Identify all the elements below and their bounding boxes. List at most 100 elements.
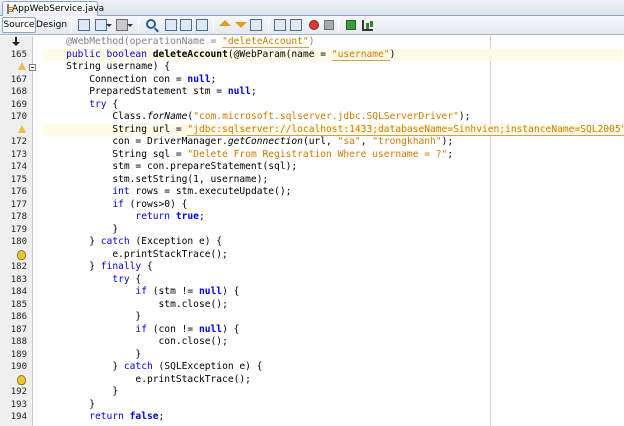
line-number: 178 bbox=[10, 212, 27, 222]
warning-hint-icon[interactable] bbox=[18, 62, 27, 71]
code-token: deleteAccount bbox=[152, 48, 228, 60]
code-line[interactable]: @WebMethod(operationName = "deleteAccoun… bbox=[43, 36, 314, 49]
code-line[interactable]: con.close(); bbox=[43, 336, 228, 349]
comment-icon[interactable] bbox=[346, 20, 356, 30]
code-token: rows = stm.executeUpdate(); bbox=[135, 186, 292, 197]
fold-collapse-icon[interactable] bbox=[29, 64, 36, 71]
code-line[interactable]: String sql = "Delete From Registration W… bbox=[43, 149, 453, 162]
code-line[interactable]: return true; bbox=[43, 211, 204, 224]
code-line[interactable]: Connection con = null; bbox=[43, 74, 216, 87]
line-number: 177 bbox=[10, 199, 27, 210]
toggle-bookmark-icon[interactable] bbox=[250, 19, 262, 31]
code-token: return bbox=[89, 411, 130, 422]
code-token: String username) { bbox=[66, 61, 171, 72]
code-token: ; bbox=[158, 411, 165, 422]
find-icon[interactable] bbox=[146, 19, 156, 29]
code-token: (con != bbox=[152, 323, 199, 335]
code-line[interactable]: if (rows>0) { bbox=[43, 199, 187, 212]
shift-right-icon[interactable] bbox=[290, 19, 302, 31]
editor-toolbar: Source Design bbox=[0, 16, 624, 35]
code-token: finally bbox=[100, 261, 147, 272]
code-line[interactable]: } finally { bbox=[43, 261, 153, 274]
code-token: "username" bbox=[331, 48, 390, 61]
code-token: "sa" bbox=[337, 136, 361, 147]
code-editor[interactable]: @WebMethod(operationName = "deleteAccoun… bbox=[0, 36, 624, 426]
code-line[interactable]: try { bbox=[43, 274, 141, 287]
code-line[interactable]: } catch (SQLException e) { bbox=[43, 361, 263, 374]
start-macro-icon[interactable] bbox=[309, 20, 319, 30]
code-line[interactable]: int rows = stm.executeUpdate(); bbox=[43, 186, 291, 199]
code-line[interactable]: if (con != null) { bbox=[43, 324, 239, 337]
code-line[interactable]: stm.setString(1, username); bbox=[43, 174, 268, 187]
code-line[interactable]: return false; bbox=[43, 411, 164, 424]
code-token: forName bbox=[146, 111, 188, 122]
code-token: { bbox=[112, 98, 119, 110]
code-line[interactable]: e.printStackTrace(); bbox=[43, 374, 251, 387]
code-line[interactable]: stm = con.prepareStatement(sql); bbox=[43, 161, 297, 174]
code-token: } bbox=[112, 223, 119, 235]
lightbulb-hint-icon[interactable] bbox=[17, 374, 26, 385]
code-token: "com.microsoft.sqlserver.jdbc.SQLServerD… bbox=[193, 111, 459, 122]
code-line[interactable]: } bbox=[43, 311, 141, 324]
file-tab-appwebservice[interactable]: AppWebService.java bbox=[2, 1, 104, 16]
code-token: String url = bbox=[112, 123, 188, 135]
code-line[interactable]: } bbox=[43, 399, 95, 412]
code-line[interactable]: String username) { bbox=[43, 61, 170, 74]
toolbar-separator bbox=[71, 19, 72, 32]
code-line[interactable]: con = DriverManager.getConnection(url, "… bbox=[43, 136, 453, 149]
code-token: "jdbc:sqlserver://localhost:1433;databas… bbox=[187, 123, 624, 136]
code-token: (stm != bbox=[152, 286, 199, 297]
code-token: } bbox=[135, 348, 142, 360]
code-token: ; bbox=[447, 148, 454, 160]
forward-history-icon[interactable] bbox=[95, 19, 112, 31]
stop-macro-icon[interactable] bbox=[324, 20, 334, 30]
code-line[interactable]: PreparedStatement stm = null; bbox=[43, 86, 257, 99]
code-token: true bbox=[175, 211, 199, 222]
code-line[interactable]: String url = "jdbc:sqlserver://localhost… bbox=[43, 123, 624, 136]
previous-bookmark-icon[interactable] bbox=[219, 14, 231, 26]
code-line[interactable]: e.printStackTrace(); bbox=[43, 249, 228, 262]
toolbar-separator bbox=[213, 19, 214, 32]
uncomment-icon[interactable] bbox=[362, 20, 373, 31]
code-token: ; bbox=[250, 86, 257, 97]
code-line[interactable]: } bbox=[43, 349, 141, 362]
code-line[interactable]: } bbox=[43, 224, 118, 237]
last-edit-icon[interactable] bbox=[116, 19, 133, 31]
code-token: } bbox=[89, 398, 95, 410]
code-token: PreparedStatement stm = bbox=[89, 86, 228, 97]
code-token: ) { bbox=[222, 323, 240, 335]
code-token: if bbox=[112, 198, 130, 210]
code-token: (SQLException e) { bbox=[158, 361, 263, 372]
code-line[interactable]: Class.forName("com.microsoft.sqlserver.j… bbox=[43, 111, 470, 124]
find-previous-icon[interactable] bbox=[165, 19, 177, 31]
line-number: 170 bbox=[10, 112, 27, 122]
tab-design[interactable]: Design bbox=[36, 17, 67, 33]
find-selection-icon[interactable] bbox=[196, 19, 208, 31]
code-token: } bbox=[135, 311, 142, 322]
code-token: , bbox=[360, 136, 373, 147]
lightbulb-hint-icon[interactable] bbox=[17, 249, 26, 260]
code-token: null bbox=[198, 286, 223, 297]
next-bookmark-icon[interactable] bbox=[235, 22, 247, 34]
tab-source[interactable]: Source bbox=[2, 17, 36, 33]
code-line[interactable]: try { bbox=[43, 99, 118, 112]
code-line[interactable]: } bbox=[43, 386, 118, 399]
line-number: 176 bbox=[10, 187, 27, 197]
code-token: stm.close(); bbox=[158, 298, 228, 310]
code-line[interactable]: stm.close(); bbox=[43, 299, 228, 312]
code-token: "Delete From Registration Where username… bbox=[187, 148, 448, 160]
line-number: 188 bbox=[10, 337, 27, 347]
code-line[interactable]: } catch (Exception e) { bbox=[43, 236, 222, 249]
back-history-icon[interactable] bbox=[78, 19, 90, 31]
line-number: 174 bbox=[10, 162, 27, 172]
find-next-icon[interactable] bbox=[180, 19, 192, 31]
code-line[interactable]: public boolean deleteAccount(@WebParam(n… bbox=[43, 48, 623, 61]
line-number: 175 bbox=[10, 174, 27, 185]
override-arrow-icon[interactable] bbox=[12, 37, 20, 48]
line-number: 193 bbox=[10, 399, 27, 410]
shift-left-icon[interactable] bbox=[274, 19, 286, 31]
warning-hint-icon[interactable] bbox=[18, 124, 27, 134]
code-line[interactable]: if (stm != null) { bbox=[43, 286, 239, 299]
toolbar-separator bbox=[302, 19, 303, 32]
line-number: 194 bbox=[10, 412, 27, 422]
